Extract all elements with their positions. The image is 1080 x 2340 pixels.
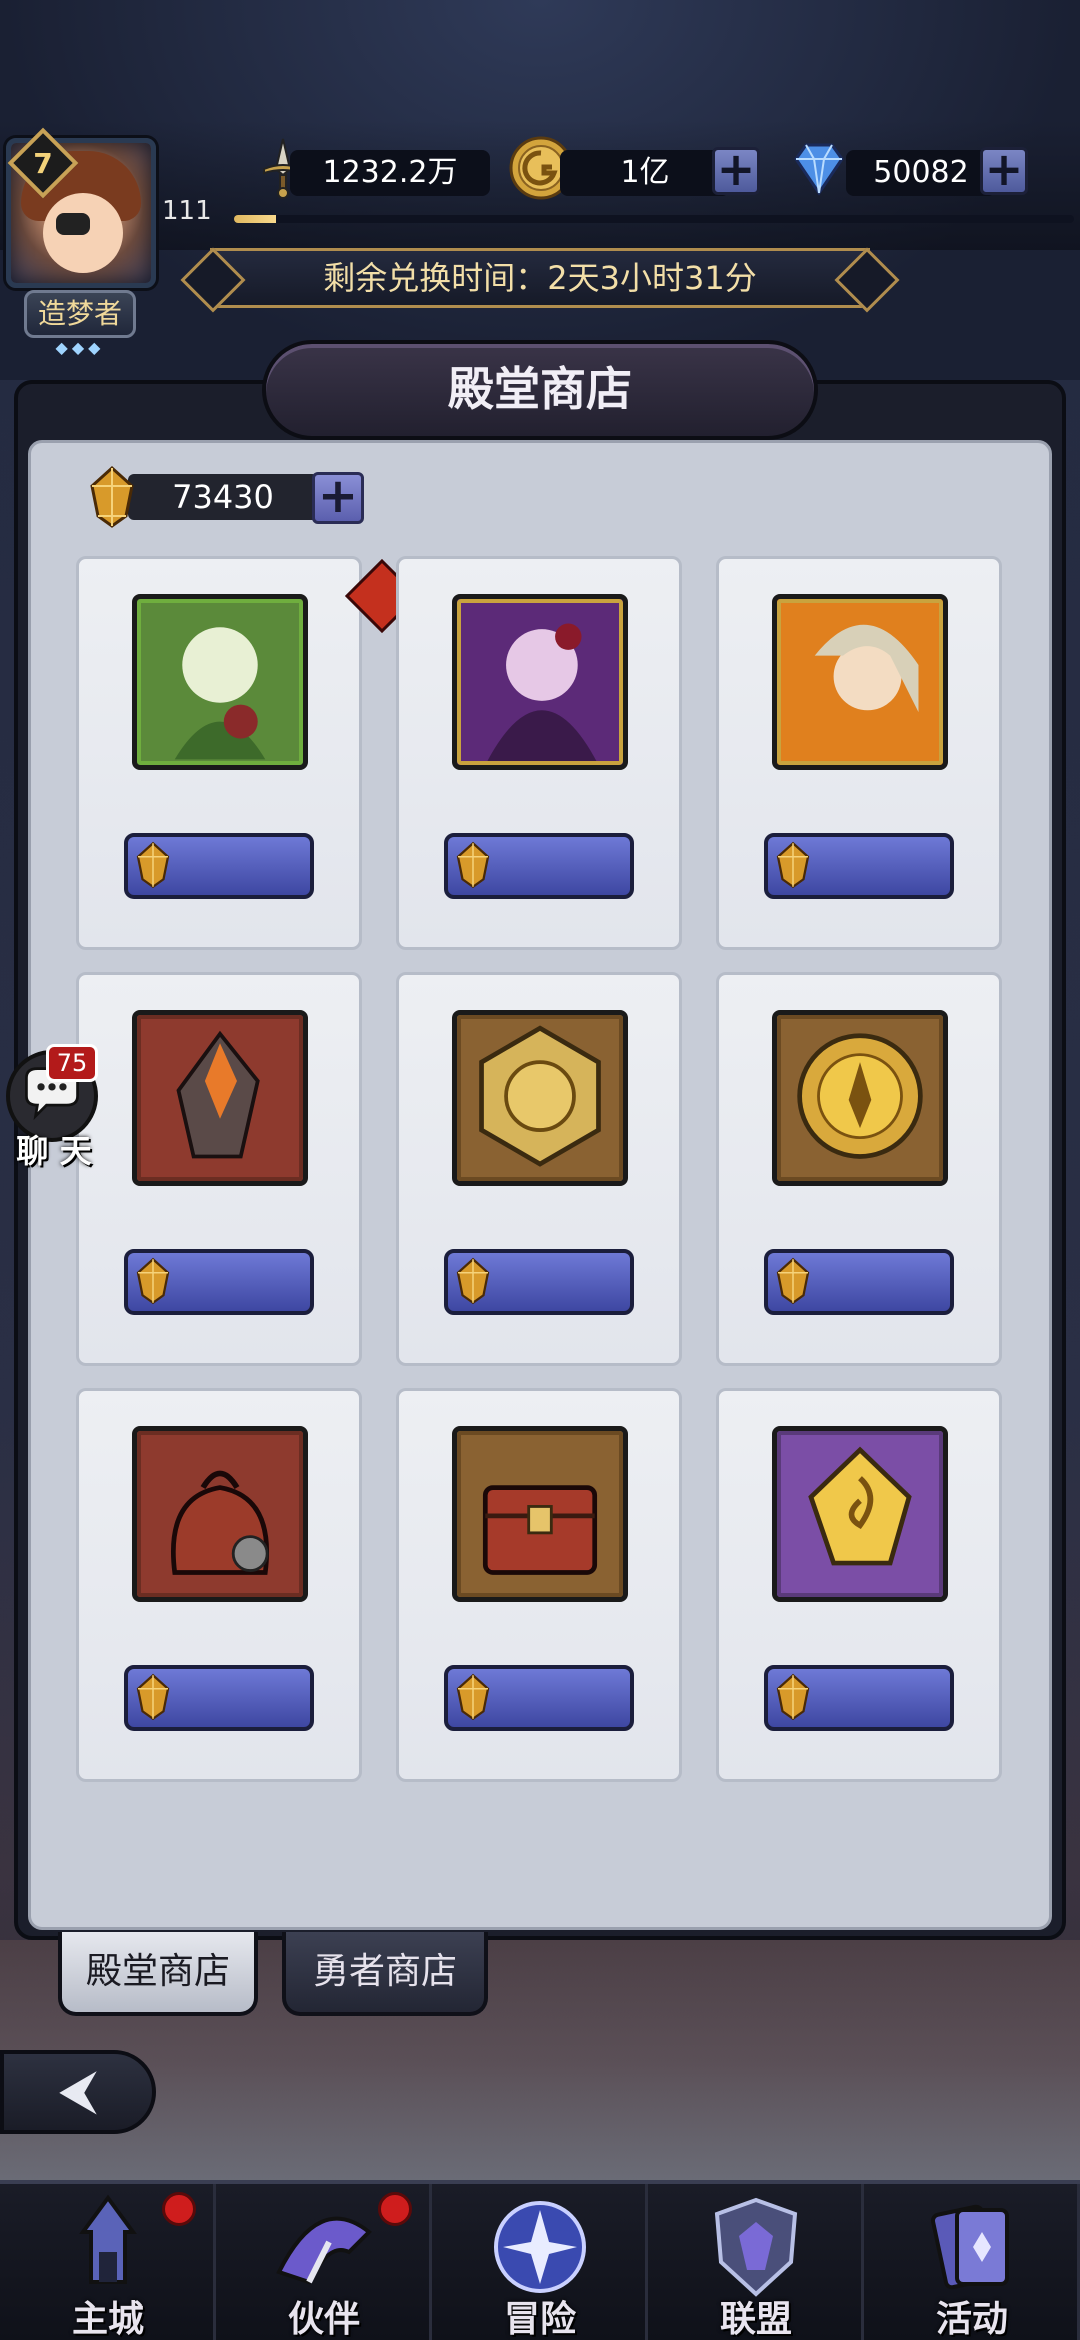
power-value: 1232.2万 — [290, 150, 490, 196]
shop-item-card[interactable] — [716, 556, 1002, 950]
notification-dot — [378, 2192, 412, 2226]
diamond-icon — [794, 143, 844, 196]
nav-label: 主城 — [71, 2298, 144, 2340]
exp-bar — [234, 215, 1074, 223]
amber-crystal-icon — [776, 841, 810, 889]
back-arrow-icon: ⮜ — [58, 2058, 98, 2121]
wizard-hat-icon — [276, 2216, 372, 2285]
shop-item-card[interactable] — [76, 1388, 362, 1782]
apocalypse-stone-icon — [132, 1010, 308, 1186]
chat-label: 聊 天 — [16, 1132, 92, 1170]
shop-title: 殿堂商店 — [448, 362, 632, 416]
emblem-icon — [772, 1426, 948, 1602]
amber-crystal-icon — [136, 1257, 170, 1305]
diamond-value: 50082 — [846, 150, 996, 196]
nav-label: 联盟 — [719, 2298, 792, 2340]
nav-label: 活动 — [935, 2298, 1008, 2340]
title-stars: ◆◆◆ — [55, 338, 105, 357]
gold-value: 1亿 — [560, 150, 730, 196]
gold-plus-button[interactable]: + — [712, 146, 760, 195]
amber-crystal-icon — [136, 841, 170, 889]
treasure-chest-icon — [452, 1426, 628, 1602]
shop-item-card[interactable] — [716, 1388, 1002, 1782]
diamond-plus-button[interactable]: + — [980, 146, 1028, 195]
green-hero-portrait-icon — [132, 594, 308, 770]
shop-item-card[interactable] — [76, 972, 362, 1366]
amber-crystal-icon — [776, 1257, 810, 1305]
amber-crystal-icon — [136, 1673, 170, 1721]
back-button[interactable]: ⮜ — [0, 2050, 156, 2134]
shop-currency-value: 73430 — [128, 474, 318, 520]
notification-dot — [162, 2192, 196, 2226]
tab-hero-shop[interactable]: 勇者商店 — [282, 1932, 488, 2016]
shop-item-card[interactable] — [396, 556, 682, 950]
amber-crystal-icon — [456, 841, 490, 889]
amber-crystal-icon — [90, 466, 134, 528]
player-title: 造梦者 — [24, 290, 136, 338]
nav-label: 伙伴 — [287, 2298, 360, 2340]
exchange-timer: 剩余兑换时间：2天3小时31分 — [210, 248, 870, 308]
cards-icon — [930, 2204, 1009, 2290]
gold-coin-item-icon — [772, 1010, 948, 1186]
sun-rune-icon — [452, 1010, 628, 1186]
rune-stone-bag-icon — [132, 1426, 308, 1602]
exp-bar-fill — [234, 215, 276, 223]
shop-item-card[interactable] — [396, 1388, 682, 1782]
exp-level: 111 — [162, 196, 212, 226]
fallen-goddess-portrait-icon — [772, 594, 948, 770]
castle-icon — [79, 2194, 137, 2284]
player-level: 7 — [33, 147, 53, 180]
shop-item-card[interactable] — [76, 556, 419, 950]
bride-hero-portrait-icon — [452, 594, 628, 770]
compass-orb-icon — [494, 2201, 586, 2293]
nav-label: 冒险 — [503, 2298, 576, 2340]
amber-crystal-icon — [456, 1673, 490, 1721]
shop-currency-plus-button[interactable]: + — [312, 472, 364, 524]
tab-hall-shop[interactable]: 殿堂商店 — [58, 1932, 258, 2016]
amber-crystal-icon — [456, 1257, 490, 1305]
shop-item-card[interactable] — [396, 972, 682, 1366]
shield-icon — [714, 2197, 798, 2297]
chat-unread-badge: 75 — [46, 1044, 98, 1082]
shop-item-card[interactable] — [716, 972, 1002, 1366]
amber-crystal-icon — [776, 1673, 810, 1721]
